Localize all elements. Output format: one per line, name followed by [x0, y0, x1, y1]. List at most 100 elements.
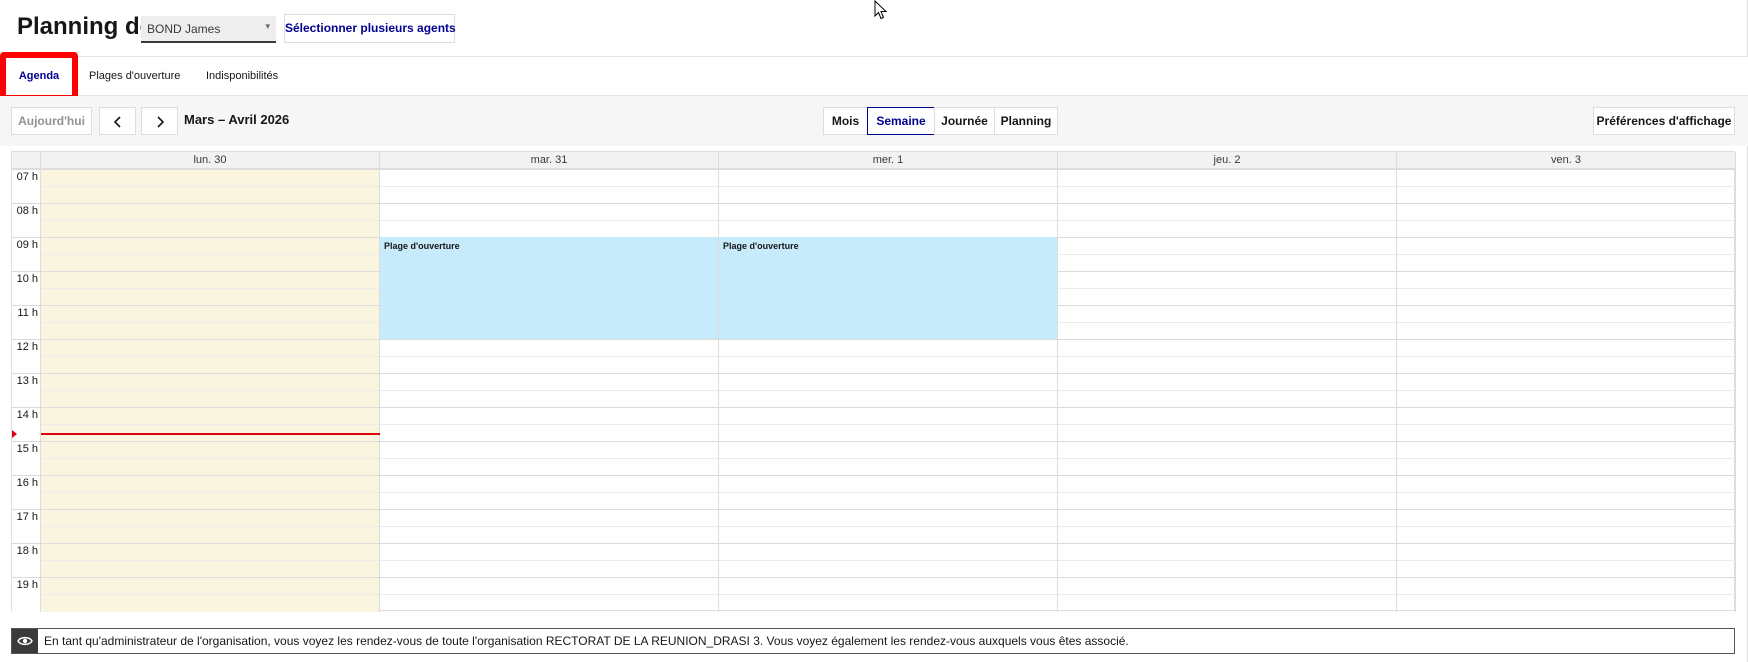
hour-gridline: [1058, 543, 1396, 544]
half-hour-gridline: [1058, 288, 1396, 289]
hour-gridline: [41, 169, 379, 170]
half-hour-gridline: [719, 526, 1057, 527]
hour-label: 17 h: [16, 511, 38, 523]
half-hour-gridline: [1397, 288, 1735, 289]
week-calendar: 07 h 08 h 09 h 10 h 11 h 12 h 13 h 14 h 15 h 16 h…: [11, 151, 1736, 612]
hour-gridline: [12, 577, 40, 578]
hour-gridline: [719, 407, 1057, 408]
half-hour-gridline: [41, 390, 379, 391]
hour-gridline: [41, 509, 379, 510]
hour-gridline: [380, 169, 718, 170]
agent-select-value: BOND James: [147, 22, 221, 36]
half-hour-gridline: [1058, 526, 1396, 527]
half-hour-gridline: [41, 356, 379, 357]
half-hour-gridline: [1058, 322, 1396, 323]
tab-plages-ouverture[interactable]: Plages d'ouverture: [89, 57, 180, 96]
half-hour-gridline: [380, 356, 718, 357]
hour-label: 08 h: [16, 205, 38, 217]
half-hour-gridline: [1397, 322, 1735, 323]
hour-label: 13 h: [16, 375, 38, 387]
calendar-event[interactable]: Plage d'ouverture: [719, 237, 1057, 339]
day-column[interactable]: [719, 169, 1058, 612]
hour-gridline: [1397, 203, 1735, 204]
half-hour-gridline: [1058, 186, 1396, 187]
mouse-cursor-icon: [874, 0, 888, 20]
chevron-right-icon: [156, 116, 164, 128]
hour-gridline: [719, 543, 1057, 544]
hour-gridline: [380, 475, 718, 476]
hour-gridline: [719, 577, 1057, 578]
today-button[interactable]: Aujourd'hui: [11, 107, 92, 135]
hour-gridline: [12, 305, 40, 306]
hour-gridline: [12, 509, 40, 510]
hour-gridline: [1058, 441, 1396, 442]
half-hour-gridline: [41, 186, 379, 187]
hour-label: 15 h: [16, 443, 38, 455]
half-hour-gridline: [380, 186, 718, 187]
day-header[interactable]: jeu. 2: [1058, 152, 1397, 169]
tab-agenda[interactable]: Agenda: [0, 52, 78, 101]
half-hour-gridline: [1058, 424, 1396, 425]
page-title: Planning de: [17, 13, 154, 40]
hour-gridline: [12, 373, 40, 374]
hour-gridline: [1058, 339, 1396, 340]
hour-gridline: [12, 475, 40, 476]
agent-select[interactable]: BOND James ▾: [141, 16, 276, 43]
half-hour-gridline: [1397, 356, 1735, 357]
view-week-button[interactable]: Semaine: [867, 107, 935, 135]
hour-gridline: [1058, 509, 1396, 510]
previous-button[interactable]: [99, 107, 136, 135]
hour-label: 12 h: [16, 341, 38, 353]
half-hour-gridline: [380, 526, 718, 527]
day-header[interactable]: ven. 3: [1397, 152, 1736, 169]
display-preferences-button[interactable]: Préférences d'affichage: [1593, 107, 1735, 135]
day-column[interactable]: [1397, 169, 1736, 612]
hour-gridline: [380, 407, 718, 408]
current-time-line: [41, 432, 380, 435]
view-day-button[interactable]: Journée: [934, 107, 995, 135]
time-gutter: 07 h 08 h 09 h 10 h 11 h 12 h 13 h 14 h 15 h 16 h…: [12, 169, 41, 612]
half-hour-gridline: [41, 560, 379, 561]
hour-label: 11 h: [17, 307, 38, 319]
hour-gridline: [380, 441, 718, 442]
calendar-event[interactable]: Plage d'ouverture: [380, 237, 718, 339]
hour-gridline: [41, 543, 379, 544]
half-hour-gridline: [41, 492, 379, 493]
tab-indisponibilites[interactable]: Indisponibilités: [206, 57, 278, 96]
day-header[interactable]: mer. 1: [719, 152, 1058, 169]
hour-label: 16 h: [16, 477, 38, 489]
hour-gridline: [12, 543, 40, 544]
half-hour-gridline: [719, 492, 1057, 493]
hour-gridline: [1397, 475, 1735, 476]
day-column[interactable]: [1058, 169, 1397, 612]
view-planning-button[interactable]: Planning: [994, 107, 1058, 135]
half-hour-gridline: [1058, 254, 1396, 255]
day-column[interactable]: [41, 169, 380, 612]
hour-gridline: [41, 339, 379, 340]
hour-gridline: [41, 441, 379, 442]
info-message: En tant qu'administrateur de l'organisat…: [44, 634, 1129, 648]
day-column[interactable]: [380, 169, 719, 612]
half-hour-gridline: [380, 220, 718, 221]
hour-gridline: [12, 271, 40, 272]
view-month-button[interactable]: Mois: [823, 107, 868, 135]
half-hour-gridline: [1397, 594, 1735, 595]
half-hour-gridline: [1397, 390, 1735, 391]
half-hour-gridline: [1058, 560, 1396, 561]
hour-gridline: [12, 339, 40, 340]
chevron-down-icon: ▾: [265, 21, 270, 31]
next-button[interactable]: [141, 107, 178, 135]
day-header[interactable]: lun. 30: [41, 152, 380, 169]
half-hour-gridline: [719, 594, 1057, 595]
select-multiple-agents-button[interactable]: Sélectionner plusieurs agents: [284, 14, 456, 43]
hour-gridline: [380, 543, 718, 544]
day-header[interactable]: mar. 31: [380, 152, 719, 169]
half-hour-gridline: [719, 560, 1057, 561]
half-hour-gridline: [1397, 560, 1735, 561]
hour-gridline: [1397, 577, 1735, 578]
half-hour-gridline: [719, 356, 1057, 357]
calendar-toolbar: Aujourd'hui Mars – Avril 2026 Mois Semai…: [0, 96, 1748, 146]
half-hour-gridline: [380, 390, 718, 391]
hour-gridline: [719, 509, 1057, 510]
hour-label: 09 h: [16, 239, 38, 251]
